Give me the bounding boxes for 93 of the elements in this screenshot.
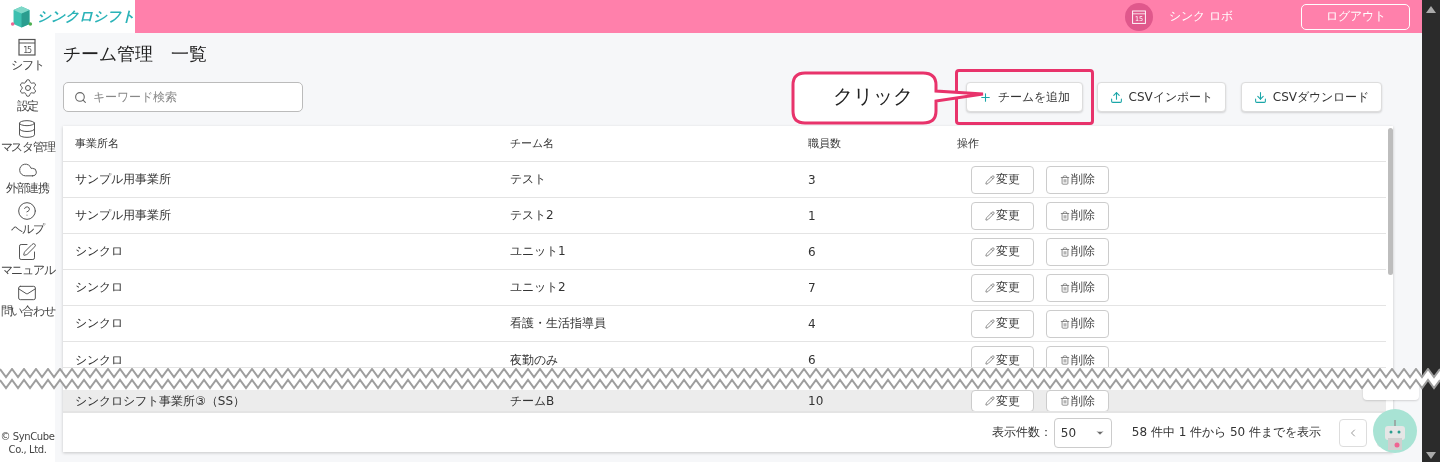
pencil-icon — [985, 282, 995, 293]
sidebar-item[interactable]: 設定 — [16, 98, 39, 115]
sidebar-item[interactable]: マニュアル — [0, 262, 55, 279]
table-row[interactable]: シンクロ 看護・生活指導員 4 変更 削除 — [63, 306, 1386, 342]
pagination-summary: 58 件中 1 件から 50 件までを表示 — [1131, 424, 1321, 441]
edit-button[interactable]: 変更 — [971, 201, 1034, 230]
table-cell-text: 4 — [808, 316, 817, 331]
trash-icon — [1060, 396, 1070, 406]
table-cell-text: 7 — [808, 280, 817, 295]
table-row[interactable]: シンクロ ユニット1 6 変更 削除 — [63, 234, 1386, 270]
calendar-icon: 15 — [17, 37, 38, 57]
add-team-button[interactable]: チームを追加 — [965, 82, 1083, 112]
trash-icon — [1060, 282, 1070, 293]
table-cell-text: 6 — [808, 352, 817, 367]
delete-button[interactable]: 削除 — [1046, 201, 1109, 230]
trash-icon — [1060, 210, 1070, 221]
sidebar-item[interactable]: ヘルプ — [11, 221, 44, 238]
trash-icon — [1060, 318, 1070, 329]
settings-icon — [17, 78, 38, 98]
table-row[interactable]: シンクロ ユニット2 7 変更 削除 — [63, 270, 1386, 306]
column-header: チーム名 — [510, 136, 555, 151]
per-page-label: 表示件数： — [991, 424, 1052, 441]
edit-button[interactable]: 変更 — [971, 237, 1034, 266]
import-button[interactable]: CSVインポート — [1096, 82, 1226, 112]
table-cell-text: テスト2 — [510, 207, 555, 224]
edit-button[interactable]: 変更 — [971, 309, 1034, 338]
table-cell-text: サンプル用事業所 — [75, 171, 172, 188]
pencil-icon — [985, 246, 995, 257]
column-header: 職員数 — [808, 136, 842, 151]
callout-text: クリック — [833, 83, 913, 110]
table-cell-text: サンプル用事業所 — [75, 207, 172, 224]
edit-button[interactable]: 変更 — [971, 390, 1034, 411]
mail-icon — [17, 283, 38, 303]
table-row[interactable]: サンプル用事業所 テスト 3 変更 削除 — [63, 162, 1386, 198]
table-cell-text: ユニット2 — [510, 279, 567, 296]
help-icon — [17, 201, 38, 221]
delete-button[interactable]: 削除 — [1046, 273, 1109, 302]
column-header: 事業所名 — [75, 136, 120, 151]
table-cell-text: シンクロ — [75, 352, 124, 367]
trash-icon — [1060, 174, 1070, 185]
table-cell-text: シンクロシフト事業所③（SS） — [75, 392, 246, 410]
delete-button[interactable]: 削除 — [1046, 309, 1109, 338]
sidebar-item[interactable]: マスタ管理 — [0, 139, 55, 156]
edit-button[interactable]: 変更 — [971, 273, 1034, 302]
pencil-icon — [985, 396, 995, 406]
app-logo: シンクロシフト — [37, 7, 135, 26]
plus-icon — [978, 90, 992, 104]
scrollbar-thumb[interactable] — [1388, 128, 1393, 275]
per-page-select[interactable]: 50 — [1053, 417, 1112, 448]
table-cell-text: 夜勤のみ — [510, 352, 559, 367]
table-cell-text: 10 — [808, 394, 825, 408]
pencil-icon — [985, 318, 995, 329]
download-button[interactable]: CSVダウンロード — [1240, 82, 1382, 112]
table-cell-text: チームB — [510, 392, 556, 410]
delete-button[interactable]: 削除 — [1046, 346, 1109, 367]
table-cell-text: 6 — [808, 244, 817, 259]
user-name: シンク ロボ — [1169, 8, 1233, 25]
sidebar-item[interactable]: シフト — [11, 57, 44, 74]
edit-icon — [17, 242, 38, 262]
sidebar-item[interactable]: 問い合わせ — [0, 303, 55, 320]
table-row[interactable]: サンプル用事業所 テスト2 1 変更 削除 — [63, 198, 1386, 234]
upload-icon — [1109, 90, 1123, 104]
scroll-down-icon[interactable] — [1426, 452, 1436, 459]
scroll-up-icon[interactable] — [1426, 6, 1436, 13]
column-header: 操作 — [957, 136, 980, 151]
database-icon — [17, 119, 38, 139]
table-cell-text: 1 — [808, 208, 817, 223]
trash-icon — [1060, 355, 1070, 365]
edit-button[interactable]: 変更 — [971, 165, 1034, 194]
download-icon — [1253, 90, 1267, 104]
search-icon — [74, 91, 87, 104]
delete-button[interactable]: 削除 — [1046, 390, 1109, 411]
delete-button[interactable]: 削除 — [1046, 237, 1109, 266]
table-cell-text: シンクロ — [75, 279, 124, 296]
window-scrollbar[interactable] — [1422, 0, 1440, 462]
pencil-icon — [985, 210, 995, 221]
copyright-text: © SynCube Co., Ltd. — [0, 430, 55, 457]
table-row[interactable]: シンクロ 夜勤のみ 6 変更 削除 — [63, 342, 1386, 368]
pencil-icon — [985, 355, 995, 365]
pencil-icon — [985, 174, 995, 185]
delete-button[interactable]: 削除 — [1046, 165, 1109, 194]
edit-button[interactable]: 変更 — [971, 346, 1034, 367]
page-title: チーム管理 一覧 — [63, 42, 208, 66]
search-field[interactable]: キーワード検索 — [63, 82, 303, 112]
table-cell-text: シンクロ — [75, 243, 124, 260]
table-cell-text: 3 — [808, 172, 817, 187]
table-cell-text: テスト — [510, 171, 547, 188]
table-row[interactable]: シンクロシフト事業所③（SS） チームB 10 変更 削除 — [63, 390, 1386, 412]
table-cell-text: ユニット1 — [510, 243, 567, 260]
table-cell-text: 看護・生活指導員 — [510, 315, 607, 332]
trash-icon — [1060, 246, 1070, 257]
sidebar-item[interactable]: 外部連携 — [6, 180, 49, 197]
table-cell-text: シンクロ — [75, 315, 124, 332]
